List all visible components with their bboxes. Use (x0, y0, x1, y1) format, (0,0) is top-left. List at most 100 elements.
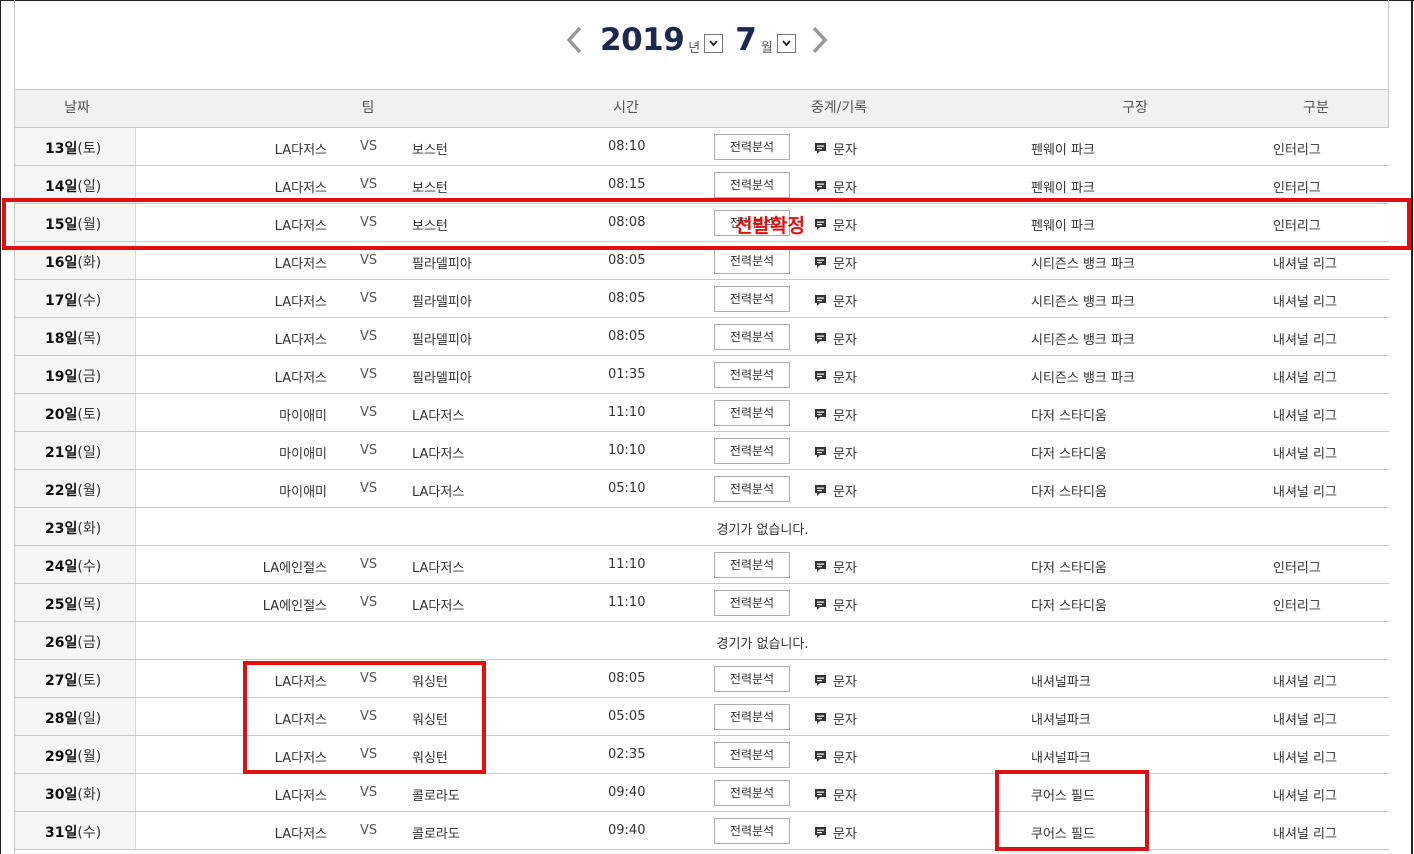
date-cell: 21일(일) (15, 432, 136, 469)
weekday: (수) (77, 825, 102, 841)
table-row: 13일(토) LA다저스 VS 보스턴 08:10 전력분석 문자 펜웨이 파크 인터리그 (15, 128, 1389, 166)
vs-label: VS (360, 367, 378, 382)
away-team: LA다저스 (412, 447, 465, 462)
month-select[interactable] (776, 33, 796, 53)
category: 내셔널 리그 (1273, 751, 1337, 766)
home-team: LA다저스 (274, 827, 327, 842)
category: 인터리그 (1273, 143, 1321, 158)
stadium: 펜웨이 파크 (1031, 219, 1095, 234)
day-number: 23일 (45, 521, 78, 537)
analysis-button[interactable]: 전력분석 (714, 818, 790, 844)
weekday: (금) (77, 635, 102, 651)
stadium: 시티즌스 뱅크 파크 (1031, 257, 1135, 272)
analysis-button[interactable]: 전력분석 (714, 286, 790, 312)
away-team: 보스턴 (412, 143, 448, 158)
weekday: (일) (77, 445, 102, 461)
day-number: 28일 (45, 711, 78, 727)
date-cell: 23일(화) (15, 508, 136, 545)
date-label: 13일(토) (45, 138, 101, 158)
day-number: 17일 (45, 293, 78, 309)
category: 내셔널 리그 (1273, 333, 1337, 348)
text-relay-link[interactable]: 문자 (814, 823, 857, 842)
text-relay-link[interactable]: 문자 (814, 481, 857, 500)
analysis-button[interactable]: 전력분석 (714, 590, 790, 616)
text-relay-link[interactable]: 문자 (814, 595, 857, 614)
away-team: 필라델피아 (412, 371, 472, 386)
text-relay-link[interactable]: 문자 (814, 785, 857, 804)
analysis-button[interactable]: 전력분석 (714, 134, 790, 160)
date-cell: 16일(화) (15, 242, 136, 279)
day-number: 14일 (45, 179, 78, 195)
analysis-button[interactable]: 전력분석 (714, 248, 790, 274)
analysis-button[interactable]: 전력분석 (714, 666, 790, 692)
away-team: LA다저스 (412, 485, 465, 500)
text-relay-link[interactable]: 문자 (814, 215, 857, 234)
text-relay-link[interactable]: 문자 (814, 253, 857, 272)
analysis-button[interactable]: 전력분석 (714, 742, 790, 768)
text-relay-link[interactable]: 문자 (814, 139, 857, 158)
text-relay-link[interactable]: 문자 (814, 747, 857, 766)
schedule-table-body: 13일(토) LA다저스 VS 보스턴 08:10 전력분석 문자 펜웨이 파크 인터리그 14일… (15, 128, 1389, 850)
home-team: LA에인절스 (262, 561, 327, 576)
day-number: 30일 (45, 787, 78, 803)
date-label: 21일(일) (45, 442, 101, 462)
analysis-button[interactable]: 전력분석 (714, 172, 790, 198)
table-row: 29일(월) LA다저스 VS 워싱턴 02:35 전력분석 문자 내셔널파크 내셔널 리그 (15, 736, 1389, 774)
text-relay-label: 문자 (833, 143, 857, 158)
category: 내셔널 리그 (1273, 371, 1337, 386)
analysis-button[interactable]: 전력분석 (714, 362, 790, 388)
analysis-button[interactable]: 전력분석 (714, 780, 790, 806)
date-label: 30일(화) (45, 784, 101, 804)
text-relay-link[interactable]: 문자 (814, 329, 857, 348)
text-relay-link[interactable]: 문자 (814, 709, 857, 728)
weekday: (일) (77, 711, 102, 727)
away-team: 필라델피아 (412, 257, 472, 272)
analysis-button[interactable]: 전력분석 (714, 324, 790, 350)
text-relay-link[interactable]: 문자 (814, 177, 857, 196)
date-label: 17일(수) (45, 290, 101, 310)
table-row: 20일(토) 마이애미 VS LA다저스 11:10 전력분석 문자 다저 스타디움 내셔널 리… (15, 394, 1389, 432)
stadium: 내셔널파크 (1031, 675, 1091, 690)
stadium: 시티즌스 뱅크 파크 (1031, 295, 1135, 310)
year-select[interactable] (704, 33, 724, 53)
chat-bubble-icon (815, 599, 826, 610)
text-relay-label: 문자 (833, 485, 857, 500)
game-time: 09:40 (608, 823, 646, 838)
year-unit-label: 년 (688, 40, 701, 56)
day-number: 22일 (45, 483, 78, 499)
stadium: 다저 스타디움 (1031, 409, 1107, 424)
stadium: 펜웨이 파크 (1031, 143, 1095, 158)
chat-bubble-icon (815, 561, 826, 572)
date-label: 28일(일) (45, 708, 101, 728)
table-row: 18일(목) LA다저스 VS 필라델피아 08:05 전력분석 문자 시티즌스 뱅크 파크 내… (15, 318, 1389, 356)
analysis-button[interactable]: 전력분석 (714, 704, 790, 730)
analysis-button[interactable]: 전력분석 (714, 400, 790, 426)
date-cell: 27일(토) (15, 660, 136, 697)
vs-label: VS (360, 215, 378, 230)
text-relay-link[interactable]: 문자 (814, 405, 857, 424)
chat-bubble-icon (815, 257, 826, 268)
day-number: 13일 (45, 141, 78, 157)
category: 인터리그 (1273, 219, 1321, 234)
away-team: 보스턴 (412, 219, 448, 234)
text-relay-label: 문자 (833, 561, 857, 576)
table-row: 31일(수) LA다저스 VS 콜로라도 09:40 전력분석 문자 쿠어스 필드 내셔널 리그 (15, 812, 1389, 850)
weekday: (일) (77, 179, 102, 195)
analysis-button[interactable]: 전력분석 (714, 476, 790, 502)
chat-bubble-icon (815, 713, 826, 724)
next-month-button[interactable] (806, 20, 834, 60)
category: 내셔널 리그 (1273, 713, 1337, 728)
text-relay-link[interactable]: 문자 (814, 367, 857, 386)
analysis-button[interactable]: 전력분석 (714, 552, 790, 578)
analysis-button[interactable]: 전력분석 (714, 438, 790, 464)
text-relay-link[interactable]: 문자 (814, 557, 857, 576)
date-cell: 19일(금) (15, 356, 136, 393)
date-cell: 24일(수) (15, 546, 136, 583)
category: 내셔널 리그 (1273, 295, 1337, 310)
text-relay-link[interactable]: 문자 (814, 291, 857, 310)
text-relay-link[interactable]: 문자 (814, 443, 857, 462)
text-relay-link[interactable]: 문자 (814, 671, 857, 690)
prev-month-button[interactable] (560, 20, 588, 60)
month-unit-label: 월 (760, 40, 773, 56)
away-team: LA다저스 (412, 561, 465, 576)
